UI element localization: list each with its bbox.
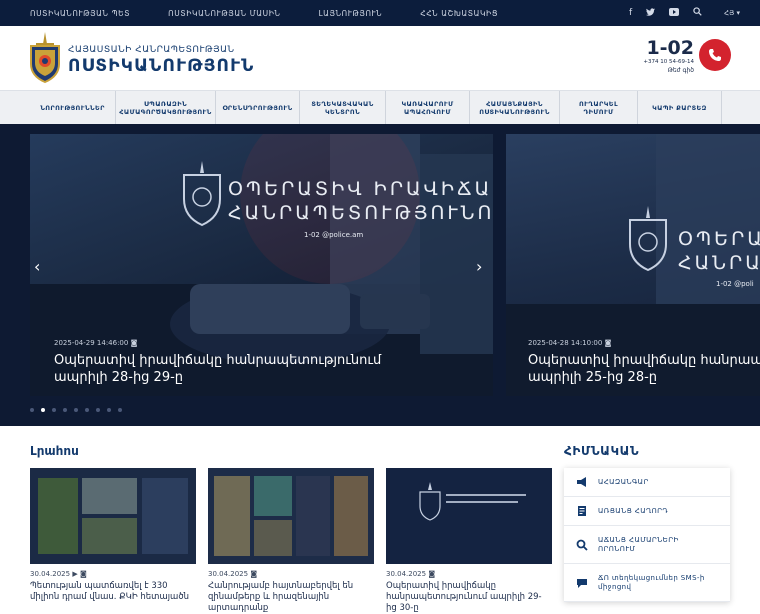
- top-links: ՈՍՏԻԿԱՆՈՒԹՅԱՆ ՊԵՏ ՈՍՏԻԿԱՆՈՒԹՅԱՆ ՄԱՍԻՆ ԼԱ…: [30, 0, 536, 26]
- sidebar-item-sms[interactable]: ՃՈ տեղեկացումներ SMS-ի միջոցով: [564, 564, 730, 602]
- slider-dot[interactable]: [118, 408, 122, 412]
- nav-item-cooperation[interactable]: ՍՊԱՌԱԶԻՆ ՀԱՄԱԳՈՐԾԱԿՑՈՒԹՅՈՒՆ: [116, 91, 216, 125]
- nav-item-news[interactable]: ՆՈՐՈՒԹՅՈՒՆՆԵՐ: [30, 91, 116, 125]
- hotline-number: 1-02: [646, 37, 694, 59]
- facebook-icon[interactable]: f: [629, 8, 632, 18]
- camera-icon: ◙: [130, 339, 138, 347]
- slider-prev-arrow[interactable]: ‹: [34, 257, 40, 276]
- nav-item-legislation[interactable]: ՕՐԵՆՍԴՐՈՒԹՅՈՒՆ: [216, 91, 300, 125]
- nav-item-send-request[interactable]: ՈՒՂԱՐԿԵԼ ԴԻՄՈՒՄ: [560, 91, 638, 125]
- nav-item-management[interactable]: ԿԱՌԱՎԱՐՈՒՄ ԱՊԱՀՈՎՈՒՄ: [386, 91, 470, 125]
- news-card-meta: 30.04.2025 ▶ ◙: [30, 570, 87, 578]
- news-card[interactable]: 30.04.2025 ◙ Հանրությամբ հայտնաբերվել են…: [208, 468, 374, 614]
- sidebar-item-label: ՃՈ տեղեկացումներ SMS-ի միջոցով: [598, 573, 705, 591]
- sidebar-item-label: ԱՀԱԶԱՆԳԱՐ: [598, 477, 649, 486]
- slide-overlay-line2: ՀԱՆՐԱՊԵՏՈՒԹՅՈՒՆՈՒՄ: [228, 202, 493, 224]
- camera-icon: ◙: [428, 570, 436, 578]
- sidebar-title: ՀԻՄՆԱԿԱՆ: [564, 444, 640, 458]
- sidebar-panel: ԱՀԱԶԱՆԳԱՐ ԱՌՑԱՆՑ ՀԱՂՈՐԴ ԱՃԱՆՑ ՀԱՄԱՐՆԵՐԻ …: [564, 468, 730, 602]
- news-card-image[interactable]: [386, 468, 552, 564]
- phone-icon: [709, 49, 721, 61]
- slider-dot[interactable]: [30, 408, 34, 412]
- sidebar-item-alert[interactable]: ԱՀԱԶԱՆԳԱՐ: [564, 468, 730, 497]
- news-card-meta: 30.04.2025 ◙: [208, 570, 258, 578]
- news-section-title: Լրահոս: [30, 444, 79, 458]
- slider-dot-active[interactable]: [41, 408, 45, 412]
- slider-dots: [30, 408, 129, 412]
- news-card[interactable]: 30.04.2025 ▶ ◙ Պետության պատճառվել է 330…: [30, 468, 196, 603]
- slide-headline[interactable]: Օպերատիվ իրավիճակը հանրապետությունում ապ…: [54, 352, 384, 386]
- sidebar-item-search-numbers[interactable]: ԱՃԱՆՑ ՀԱՄԱՐՆԵՐԻ ՈՐՈՆՈՒՄ: [564, 526, 730, 564]
- hotline-phone: +374 10 54-69-14: [643, 59, 694, 65]
- nav-item-contact-map[interactable]: ԿԱՊԻ ՔԱՐՏԵԶ: [638, 91, 722, 125]
- slide-overlay-contacts: 1-02 @police.am: [304, 231, 364, 239]
- twitter-icon[interactable]: [646, 7, 656, 19]
- slide-next[interactable]: ՕՊԵՐԱՏԻՎ ԻՐԱՎԻՃԱԿԸ ՀԱՆՐԱՊԵՏ 1-02 @poli 2…: [506, 134, 760, 396]
- police-shield-watermark: [183, 161, 221, 227]
- slide-next-headline[interactable]: Օպերատիվ իրավիճակը հանրապետությունում ապ…: [528, 352, 760, 386]
- news-slider: ՕՊԵՐԱՏԻՎ ԻՐԱՎԻՃԱԿԸ ՀԱՆՐԱՊԵՏՈՒԹՅՈՒՆՈՒՄ 1-…: [0, 124, 760, 426]
- slider-dot[interactable]: [107, 408, 111, 412]
- news-card-title[interactable]: Հանրությամբ հայտնաբերվել են զինամթերք և …: [208, 581, 374, 614]
- site-header: ՀԱՅԱՍՏԱՆԻ ՀԱՆՐԱՊԵՏՈՒԹՅԱՆ ՈՍՏԻԿԱՆՈՒԹՅՈՒՆ …: [0, 26, 760, 90]
- video-icon: ▶: [72, 570, 78, 578]
- slide-next-overlay-contacts: 1-02 @poli: [716, 280, 754, 288]
- slider-next-arrow[interactable]: ›: [476, 257, 482, 276]
- camera-icon: ◙: [250, 570, 258, 578]
- news-card-image[interactable]: [30, 468, 196, 564]
- slide-datetime: 2025-04-29 14:46:00 ◙: [54, 339, 138, 347]
- search-icon[interactable]: [693, 7, 702, 19]
- news-card-title[interactable]: Օպերատիվ իրավիճակը հանրապետությունում ապ…: [386, 581, 552, 614]
- slide-active[interactable]: ՕՊԵՐԱՏԻՎ ԻՐԱՎԻՃԱԿԸ ՀԱՆՐԱՊԵՏՈՒԹՅՈՒՆՈՒՄ 1-…: [30, 134, 493, 396]
- camera-icon: ◙: [604, 339, 612, 347]
- police-emblem-logo[interactable]: [28, 30, 62, 84]
- news-card-image[interactable]: [208, 468, 374, 564]
- police-shield-watermark-next: [629, 206, 667, 272]
- megaphone-icon: [576, 476, 588, 488]
- slider-dot[interactable]: [52, 408, 56, 412]
- top-bar: ՈՍՏԻԿԱՆՈՒԹՅԱՆ ՊԵՏ ՈՍՏԻԿԱՆՈՒԹՅԱՆ ՄԱՍԻՆ ԼԱ…: [0, 0, 760, 26]
- hotline-note: Թեժ գիծ: [667, 67, 694, 74]
- sidebar-item-label: ԱՌՑԱՆՑ ՀԱՂՈՐԴ: [598, 506, 669, 515]
- slide-next-overlay-line2: ՀԱՆՐԱՊԵՏ: [678, 252, 760, 274]
- camera-icon: ◙: [79, 570, 87, 578]
- brand-title[interactable]: ՈՍՏԻԿԱՆՈՒԹՅՈՒՆ: [68, 56, 255, 76]
- top-link-staff[interactable]: ՀՀՆ ԱՇԽԱՏԱԿԻՑ: [420, 9, 498, 18]
- chat-icon: [576, 577, 588, 589]
- slide-overlay-line1: ՕՊԵՐԱՏԻՎ ԻՐԱՎԻՃԱԿԸ: [228, 178, 493, 200]
- slider-dot[interactable]: [85, 408, 89, 412]
- brand-subtitle: ՀԱՅԱՍՏԱՆԻ ՀԱՆՐԱՊԵՏՈՒԹՅԱՆ: [68, 45, 235, 55]
- top-link-police-chief[interactable]: ՈՍՏԻԿԱՆՈՒԹՅԱՆ ՊԵՏ: [30, 9, 130, 18]
- slider-dot[interactable]: [74, 408, 78, 412]
- sidebar-item-label: ԱՃԱՆՑ ՀԱՄԱՐՆԵՐԻ ՈՐՈՆՈՒՄ: [598, 535, 679, 553]
- language-label: ՀՅ: [724, 9, 735, 17]
- slider-dot[interactable]: [63, 408, 67, 412]
- news-card[interactable]: 30.04.2025 ◙ Օպերատիվ իրավիճակը հանրապետ…: [386, 468, 552, 614]
- slide-next-overlay-line1: ՕՊԵՐԱՏԻՎ ԻՐԱՎԻՃԱԿԸ: [678, 228, 760, 250]
- sidebar-item-report[interactable]: ԱՌՑԱՆՑ ՀԱՂՈՐԴ: [564, 497, 730, 526]
- hotline-block: 1-02 +374 10 54-69-14 Թեժ գիծ: [638, 38, 694, 76]
- slide-next-datetime: 2025-04-28 14:10:00 ◙: [528, 339, 612, 347]
- language-selector[interactable]: ՀՅ ▾: [724, 9, 740, 17]
- main-nav: ՆՈՐՈՒԹՅՈՒՆՆԵՐ ՍՊԱՌԱԶԻՆ ՀԱՄԱԳՈՐԾԱԿՑՈՒԹՅՈՒ…: [0, 90, 760, 125]
- social-links: f ՀՅ ▾: [615, 0, 740, 26]
- youtube-icon[interactable]: [669, 7, 680, 19]
- document-icon: [576, 505, 588, 517]
- call-button[interactable]: [699, 39, 731, 71]
- search-icon: [576, 539, 588, 551]
- nav-item-community-police[interactable]: ՀԱՄԱՅՆՔԱՅԻՆ ՈՍՏԻԿԱՆՈՒԹՅՈՒՆ: [470, 91, 560, 125]
- news-card-meta: 30.04.2025 ◙: [386, 570, 436, 578]
- top-link-width[interactable]: ԼԱՅՆՈՒԹՅՈՒՆ: [319, 9, 383, 18]
- slider-dot[interactable]: [96, 408, 100, 412]
- nav-item-info-center[interactable]: ՏԵՂԵԿԱՏՎԱԿԱՆ ԿԵՆՏՐՈՆ: [300, 91, 386, 125]
- top-link-about-police[interactable]: ՈՍՏԻԿԱՆՈՒԹՅԱՆ ՄԱՍԻՆ: [168, 9, 280, 18]
